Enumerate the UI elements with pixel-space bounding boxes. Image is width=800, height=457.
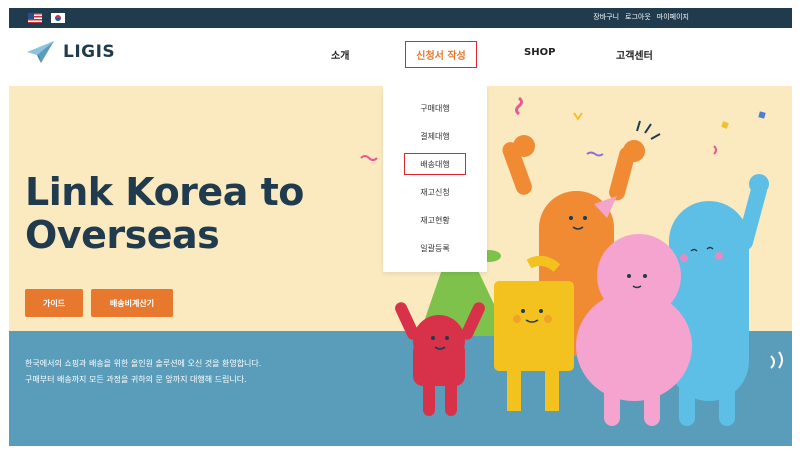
description-line-2: 구매부터 배송까지 모든 과정을 귀하의 문 앞까지 대행해 드립니다. <box>25 375 247 384</box>
nav-apply-form[interactable]: 신청서 작성 <box>405 41 477 68</box>
menu-item-shipping-agency[interactable]: 배송대행 <box>383 159 487 170</box>
description-line-1: 한국에서의 쇼핑과 배송을 위한 올인원 솔루션에 오신 것을 환영합니다. <box>25 359 262 368</box>
headline-line-2: Overseas <box>25 213 220 257</box>
utility-bar: 장바구니 로그아웃 마이페이지 <box>9 8 792 28</box>
logout-link[interactable]: 로그아웃 <box>625 12 651 22</box>
logo-text: LIGIS <box>63 42 116 62</box>
menu-item-stock-request[interactable]: 재고신청 <box>383 187 487 198</box>
menu-item-bulk-register[interactable]: 일괄등록 <box>383 243 487 254</box>
nav-about[interactable]: 소개 <box>331 47 349 62</box>
menu-item-payment-agency[interactable]: 결제대행 <box>383 131 487 142</box>
site-header: LIGIS 소개 신청서 작성 SHOP 고객센터 <box>9 28 792 86</box>
us-flag-icon[interactable] <box>28 13 42 23</box>
logo[interactable]: LIGIS <box>27 40 115 64</box>
hero-description: 한국에서의 쇼핑과 배송을 위한 올인원 솔루션에 오신 것을 환영합니다. 구… <box>25 356 261 388</box>
headline-line-1: Link Korea to <box>25 170 304 214</box>
guide-button[interactable]: 가이드 <box>25 289 83 317</box>
nav-customer-center[interactable]: 고객센터 <box>616 47 653 62</box>
cart-link[interactable]: 장바구니 <box>593 12 619 22</box>
korea-flag-icon[interactable] <box>51 13 65 23</box>
mypage-link[interactable]: 마이페이지 <box>657 12 689 22</box>
apply-dropdown-menu: 구매대행 결제대행 배송대행 재고신청 재고현황 일괄등록 <box>383 86 487 272</box>
menu-item-stock-status[interactable]: 재고현황 <box>383 215 487 226</box>
page-frame: 장바구니 로그아웃 마이페이지 LIGIS 소개 신청서 작성 SHOP 고객센… <box>9 8 792 446</box>
shipping-calculator-button[interactable]: 배송비계산기 <box>91 289 173 317</box>
paper-plane-icon <box>27 41 54 63</box>
hero-headline: Link Korea to Overseas <box>25 171 304 257</box>
menu-item-purchase-agency[interactable]: 구매대행 <box>383 103 487 114</box>
nav-shop[interactable]: SHOP <box>524 47 555 58</box>
utility-links: 장바구니 로그아웃 마이페이지 <box>593 12 689 22</box>
